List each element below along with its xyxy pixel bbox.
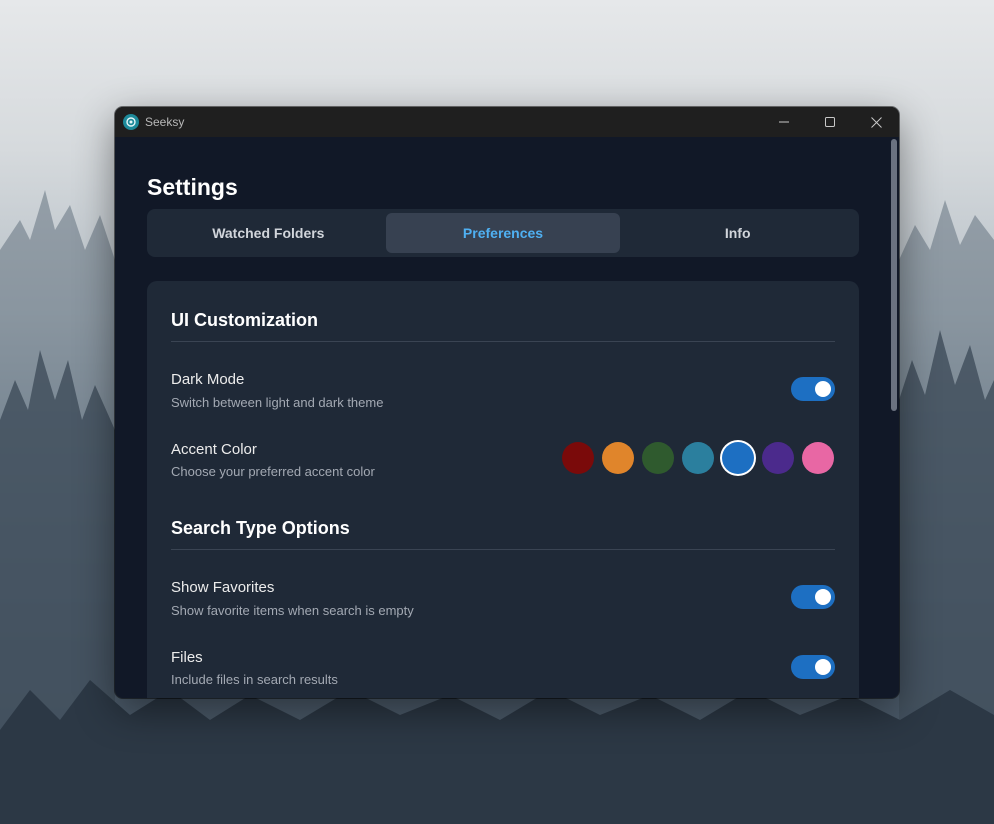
close-button[interactable]	[853, 107, 899, 137]
toggle-knob	[815, 659, 831, 675]
files-description: Include files in search results	[171, 672, 338, 687]
tab-info[interactable]: Info	[620, 213, 855, 253]
show-favorites-description: Show favorite items when search is empty	[171, 603, 414, 618]
files-toggle[interactable]	[791, 655, 835, 679]
dark-mode-label: Dark Mode	[171, 371, 245, 388]
accent-swatch-green[interactable]	[642, 442, 674, 474]
tab-watched-folders[interactable]: Watched Folders	[151, 213, 386, 253]
app-title: Seeksy	[145, 115, 185, 129]
accent-swatch-orange[interactable]	[602, 442, 634, 474]
files-label: Files	[171, 649, 203, 666]
close-icon	[870, 116, 882, 128]
dark-mode-toggle[interactable]	[791, 377, 835, 401]
app-window: Seeksy Settings Watched Folders Preferen…	[115, 107, 899, 698]
accent-color-description: Choose your preferred accent color	[171, 464, 375, 479]
scrollbar[interactable]	[889, 137, 899, 698]
maximize-button[interactable]	[807, 107, 853, 137]
toggle-knob	[815, 381, 831, 397]
accent-color-label: Accent Color	[171, 441, 257, 458]
accent-swatch-purple[interactable]	[762, 442, 794, 474]
page-title: Settings	[147, 174, 238, 200]
minimize-button[interactable]	[761, 107, 807, 137]
section-divider	[171, 341, 835, 342]
show-favorites-toggle[interactable]	[791, 585, 835, 609]
scrollbar-thumb[interactable]	[891, 139, 897, 411]
accent-swatch-teal[interactable]	[682, 442, 714, 474]
seeksy-logo-icon	[123, 114, 139, 130]
toggle-knob	[815, 589, 831, 605]
accent-swatch-blue[interactable]	[722, 442, 754, 474]
minimize-icon	[779, 121, 789, 123]
section-title-ui-customization: UI Customization	[171, 310, 318, 330]
preferences-card: UI Customization Dark Mode Switch betwee…	[147, 281, 859, 698]
section-title-search-type-options: Search Type Options	[171, 518, 350, 538]
accent-swatch-red[interactable]	[562, 442, 594, 474]
title-bar[interactable]: Seeksy	[115, 107, 899, 137]
settings-content: Settings Watched Folders Preferences Inf…	[115, 137, 899, 698]
settings-tabs: Watched Folders Preferences Info	[147, 209, 859, 257]
maximize-icon	[825, 117, 835, 127]
tab-preferences[interactable]: Preferences	[385, 213, 621, 253]
dark-mode-description: Switch between light and dark theme	[171, 395, 384, 410]
accent-swatch-pink[interactable]	[802, 442, 834, 474]
show-favorites-label: Show Favorites	[171, 579, 275, 596]
accent-color-swatches	[562, 442, 834, 474]
section-divider	[171, 549, 835, 550]
